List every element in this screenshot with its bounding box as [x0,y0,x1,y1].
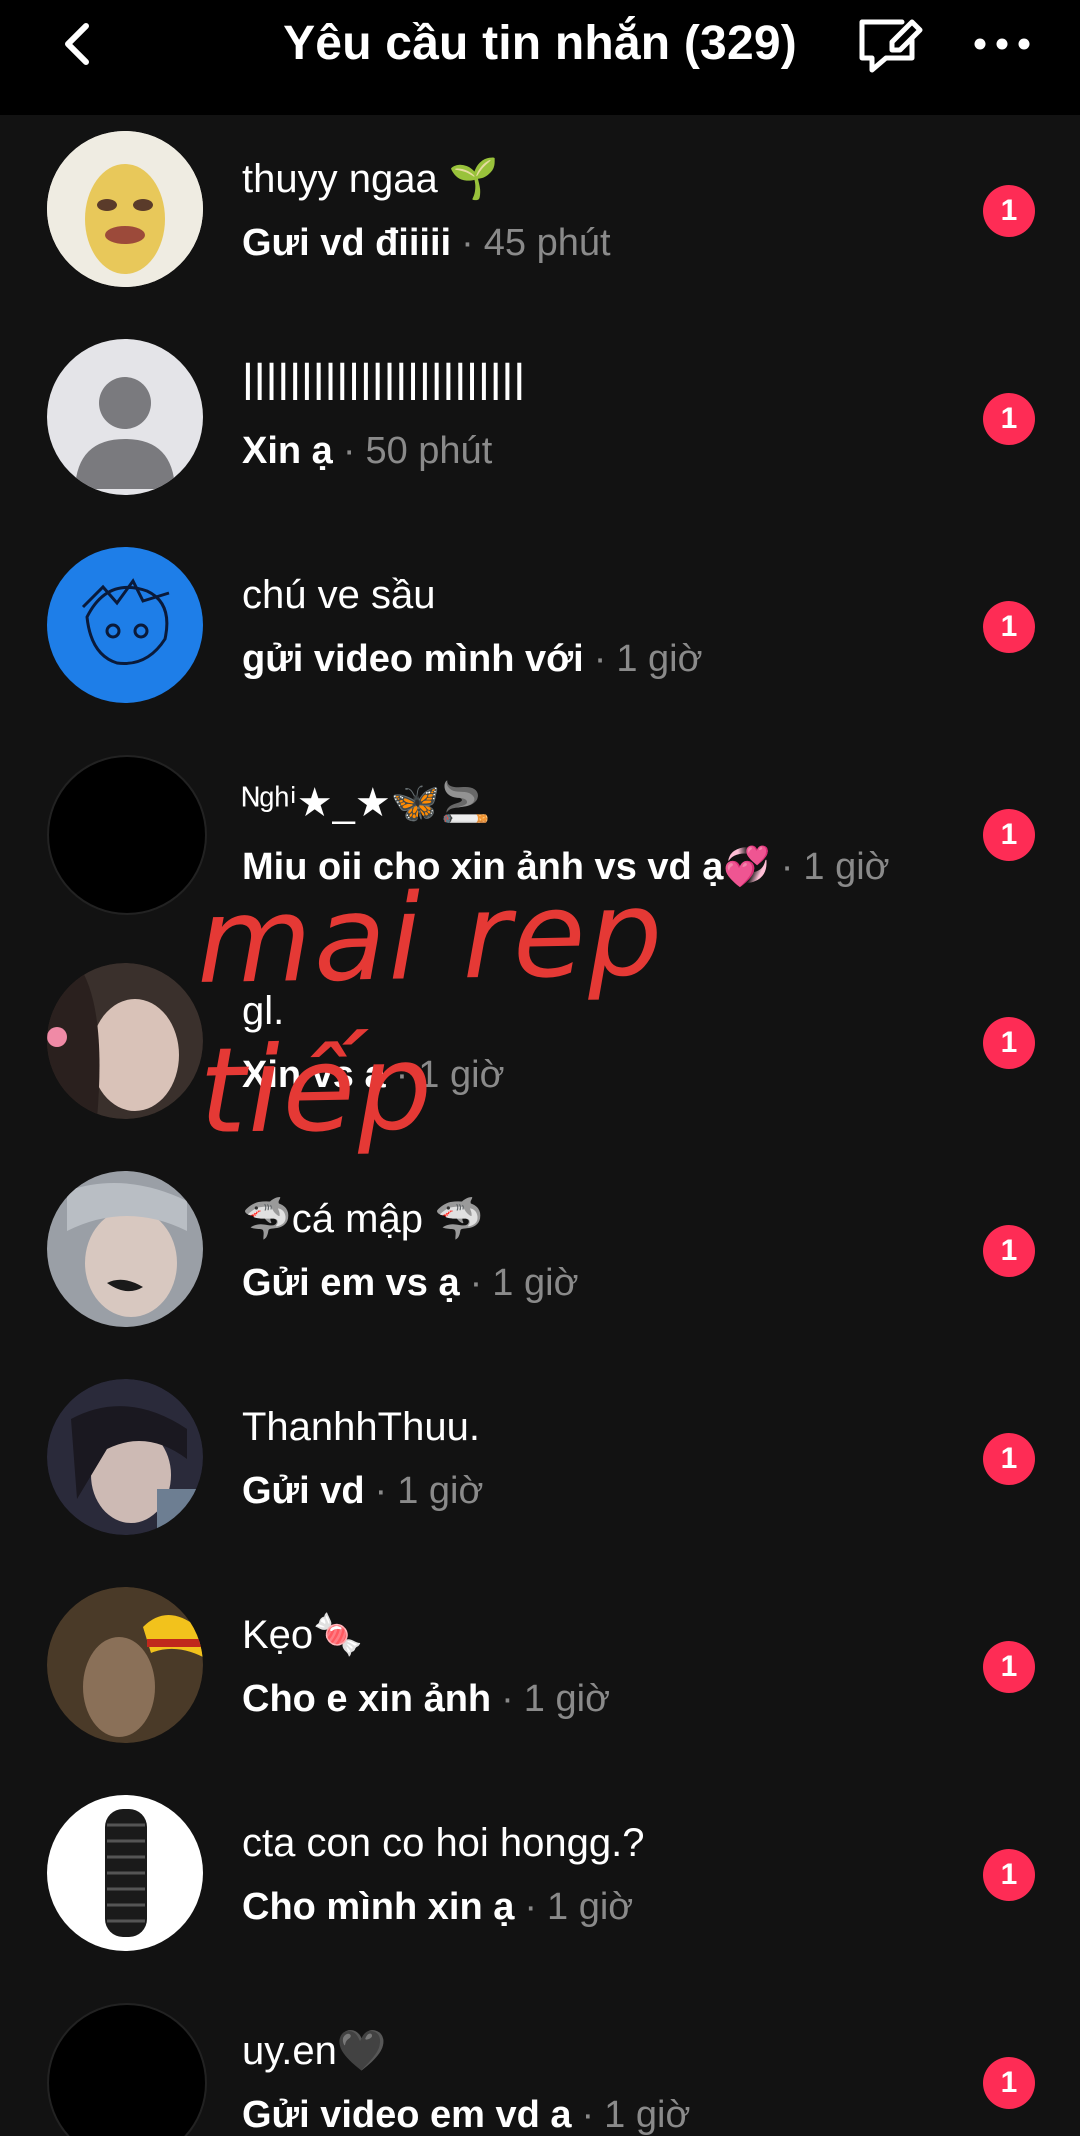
username: chú ve sầu [242,573,436,617]
avatar[interactable] [47,131,203,287]
username: Kẹo🍬 [242,1613,363,1657]
message-text: Gửi video em vd a [242,2094,572,2136]
message-text: Gưi vd điiiii [242,222,452,264]
timestamp: 1 giờ [418,1054,505,1096]
avatar[interactable] [47,339,203,495]
request-row[interactable]: uy.en🖤 Gửi video em vd a · 1 giờ 1 [0,1987,1080,2136]
message-text: Gửi em vs ạ [242,1262,460,1304]
request-row[interactable]: Kẹo🍬 Cho e xin ảnh · 1 giờ 1 [0,1571,1080,1779]
request-row[interactable]: gl. Xin vs ạ · 1 giờ 1 [0,947,1080,1155]
message-text: Cho mình xin ạ [242,1886,515,1928]
message-preview: Cho mình xin ạ · 1 giờ [242,1883,633,1931]
unread-badge: 1 [983,809,1035,861]
unread-badge: 1 [983,601,1035,653]
avatar[interactable] [47,1379,203,1535]
message-text: Cho e xin ảnh [242,1678,492,1720]
unread-badge: 1 [983,2057,1035,2109]
username: thuyy ngaa 🌱 [242,157,499,201]
separator-dot: · [581,2094,595,2136]
message-requests-screen: Yêu cầu tin nhắn (329) thuyy ngaa 🌱 Gưi … [0,0,1080,2136]
timestamp: 1 giờ [397,1470,484,1512]
username: ꟾꟾꟾꟾꟾꟾꟾꟾꟾꟾꟾꟾꟾꟾꟾꟾꟾꟾꟾꟾꟾꟾꟾꟾ [242,365,526,409]
timestamp: 1 giờ [547,1886,634,1928]
unread-badge: 1 [983,1641,1035,1693]
message-text: Xin vs ạ [242,1054,386,1096]
request-row[interactable]: ꟾꟾꟾꟾꟾꟾꟾꟾꟾꟾꟾꟾꟾꟾꟾꟾꟾꟾꟾꟾꟾꟾꟾꟾ Xin ạ · 50 phút 1 [0,323,1080,531]
avatar[interactable] [47,755,207,915]
avatar[interactable] [47,1587,203,1743]
unread-badge: 1 [983,1225,1035,1277]
username: gl. [242,989,285,1033]
message-preview: gửi video mình với · 1 giờ [242,635,703,683]
message-preview: Gửi em vs ạ · 1 giờ [242,1259,578,1307]
request-row[interactable]: 🦈cá mập 🦈 Gửi em vs ạ · 1 giờ 1 [0,1155,1080,1363]
message-preview: Cho e xin ảnh · 1 giờ [242,1675,610,1723]
message-request-list: thuyy ngaa 🌱 Gưi vd điiiii · 45 phút 1 ꟾꟾꟾ… [0,115,1080,2136]
message-preview: Xin ạ · 50 phút [242,427,492,475]
separator-dot: · [342,430,356,472]
top-bar: Yêu cầu tin nhắn (329) [0,0,1080,115]
username: ThanhhThuu. [242,1405,480,1449]
request-row[interactable]: thuyy ngaa 🌱 Gưi vd điiiii · 45 phút 1 [0,115,1080,323]
unread-badge: 1 [983,185,1035,237]
username: ᴺᵍʰⁱ★_★🦋🚬 [242,781,491,825]
timestamp: 1 giờ [523,1678,610,1720]
message-preview: Gửi video em vd a · 1 giờ [242,2091,690,2136]
separator-dot: · [395,1054,409,1096]
username: cta con co hoi hongg.? [242,1821,645,1865]
separator-dot: · [461,222,474,264]
request-row[interactable]: chú ve sầu gửi video mình với · 1 giờ 1 [0,531,1080,739]
separator-dot: · [501,1678,514,1720]
more-options-button[interactable] [968,18,1036,70]
request-row[interactable]: ThanhhThuu. Gửi vd · 1 giờ 1 [0,1363,1080,1571]
timestamp: 1 giờ [604,2094,691,2136]
avatar[interactable] [47,2003,207,2136]
message-preview: Miu oii cho xin ảnh vs vd ạ💞 · 1 giờ [242,843,890,891]
username: 🦈cá mập 🦈 [242,1197,484,1241]
timestamp: 1 giờ [616,638,703,680]
request-row[interactable]: ᴺᵍʰⁱ★_★🦋🚬 Miu oii cho xin ảnh vs vd ạ💞 · 1… [0,739,1080,947]
avatar[interactable] [47,1171,203,1327]
username: uy.en🖤 [242,2029,387,2073]
unread-badge: 1 [983,1017,1035,1069]
more-horizontal-icon [974,38,1030,50]
separator-dot: · [374,1470,388,1512]
message-text: Miu oii cho xin ảnh vs vd ạ💞 [242,846,771,888]
unread-badge: 1 [983,1433,1035,1485]
separator-dot: · [780,846,794,888]
unread-badge: 1 [983,1849,1035,1901]
message-text: Gửi vd [242,1470,365,1512]
message-text: Xin ạ [242,430,333,472]
message-preview: Gưi vd điiiii · 45 phút [242,219,611,267]
timestamp: 1 giờ [492,1262,579,1304]
chat-bubble-edit-icon [859,19,923,73]
message-text: gửi video mình với [242,638,584,680]
avatar[interactable] [47,547,203,703]
avatar[interactable] [47,1795,203,1951]
separator-dot: · [524,1886,538,1928]
message-preview: Xin vs ạ · 1 giờ [242,1051,504,1099]
message-preview: Gửi vd · 1 giờ [242,1467,483,1515]
timestamp: 50 phút [365,430,493,472]
unread-badge: 1 [983,393,1035,445]
timestamp: 45 phút [483,222,611,264]
separator-dot: · [469,1262,483,1304]
separator-dot: · [593,638,607,680]
avatar[interactable] [47,963,203,1119]
compose-settings-button[interactable] [852,8,926,82]
timestamp: 1 giờ [803,846,890,888]
request-row[interactable]: cta con co hoi hongg.? Cho mình xin ạ · 1 … [0,1779,1080,1987]
